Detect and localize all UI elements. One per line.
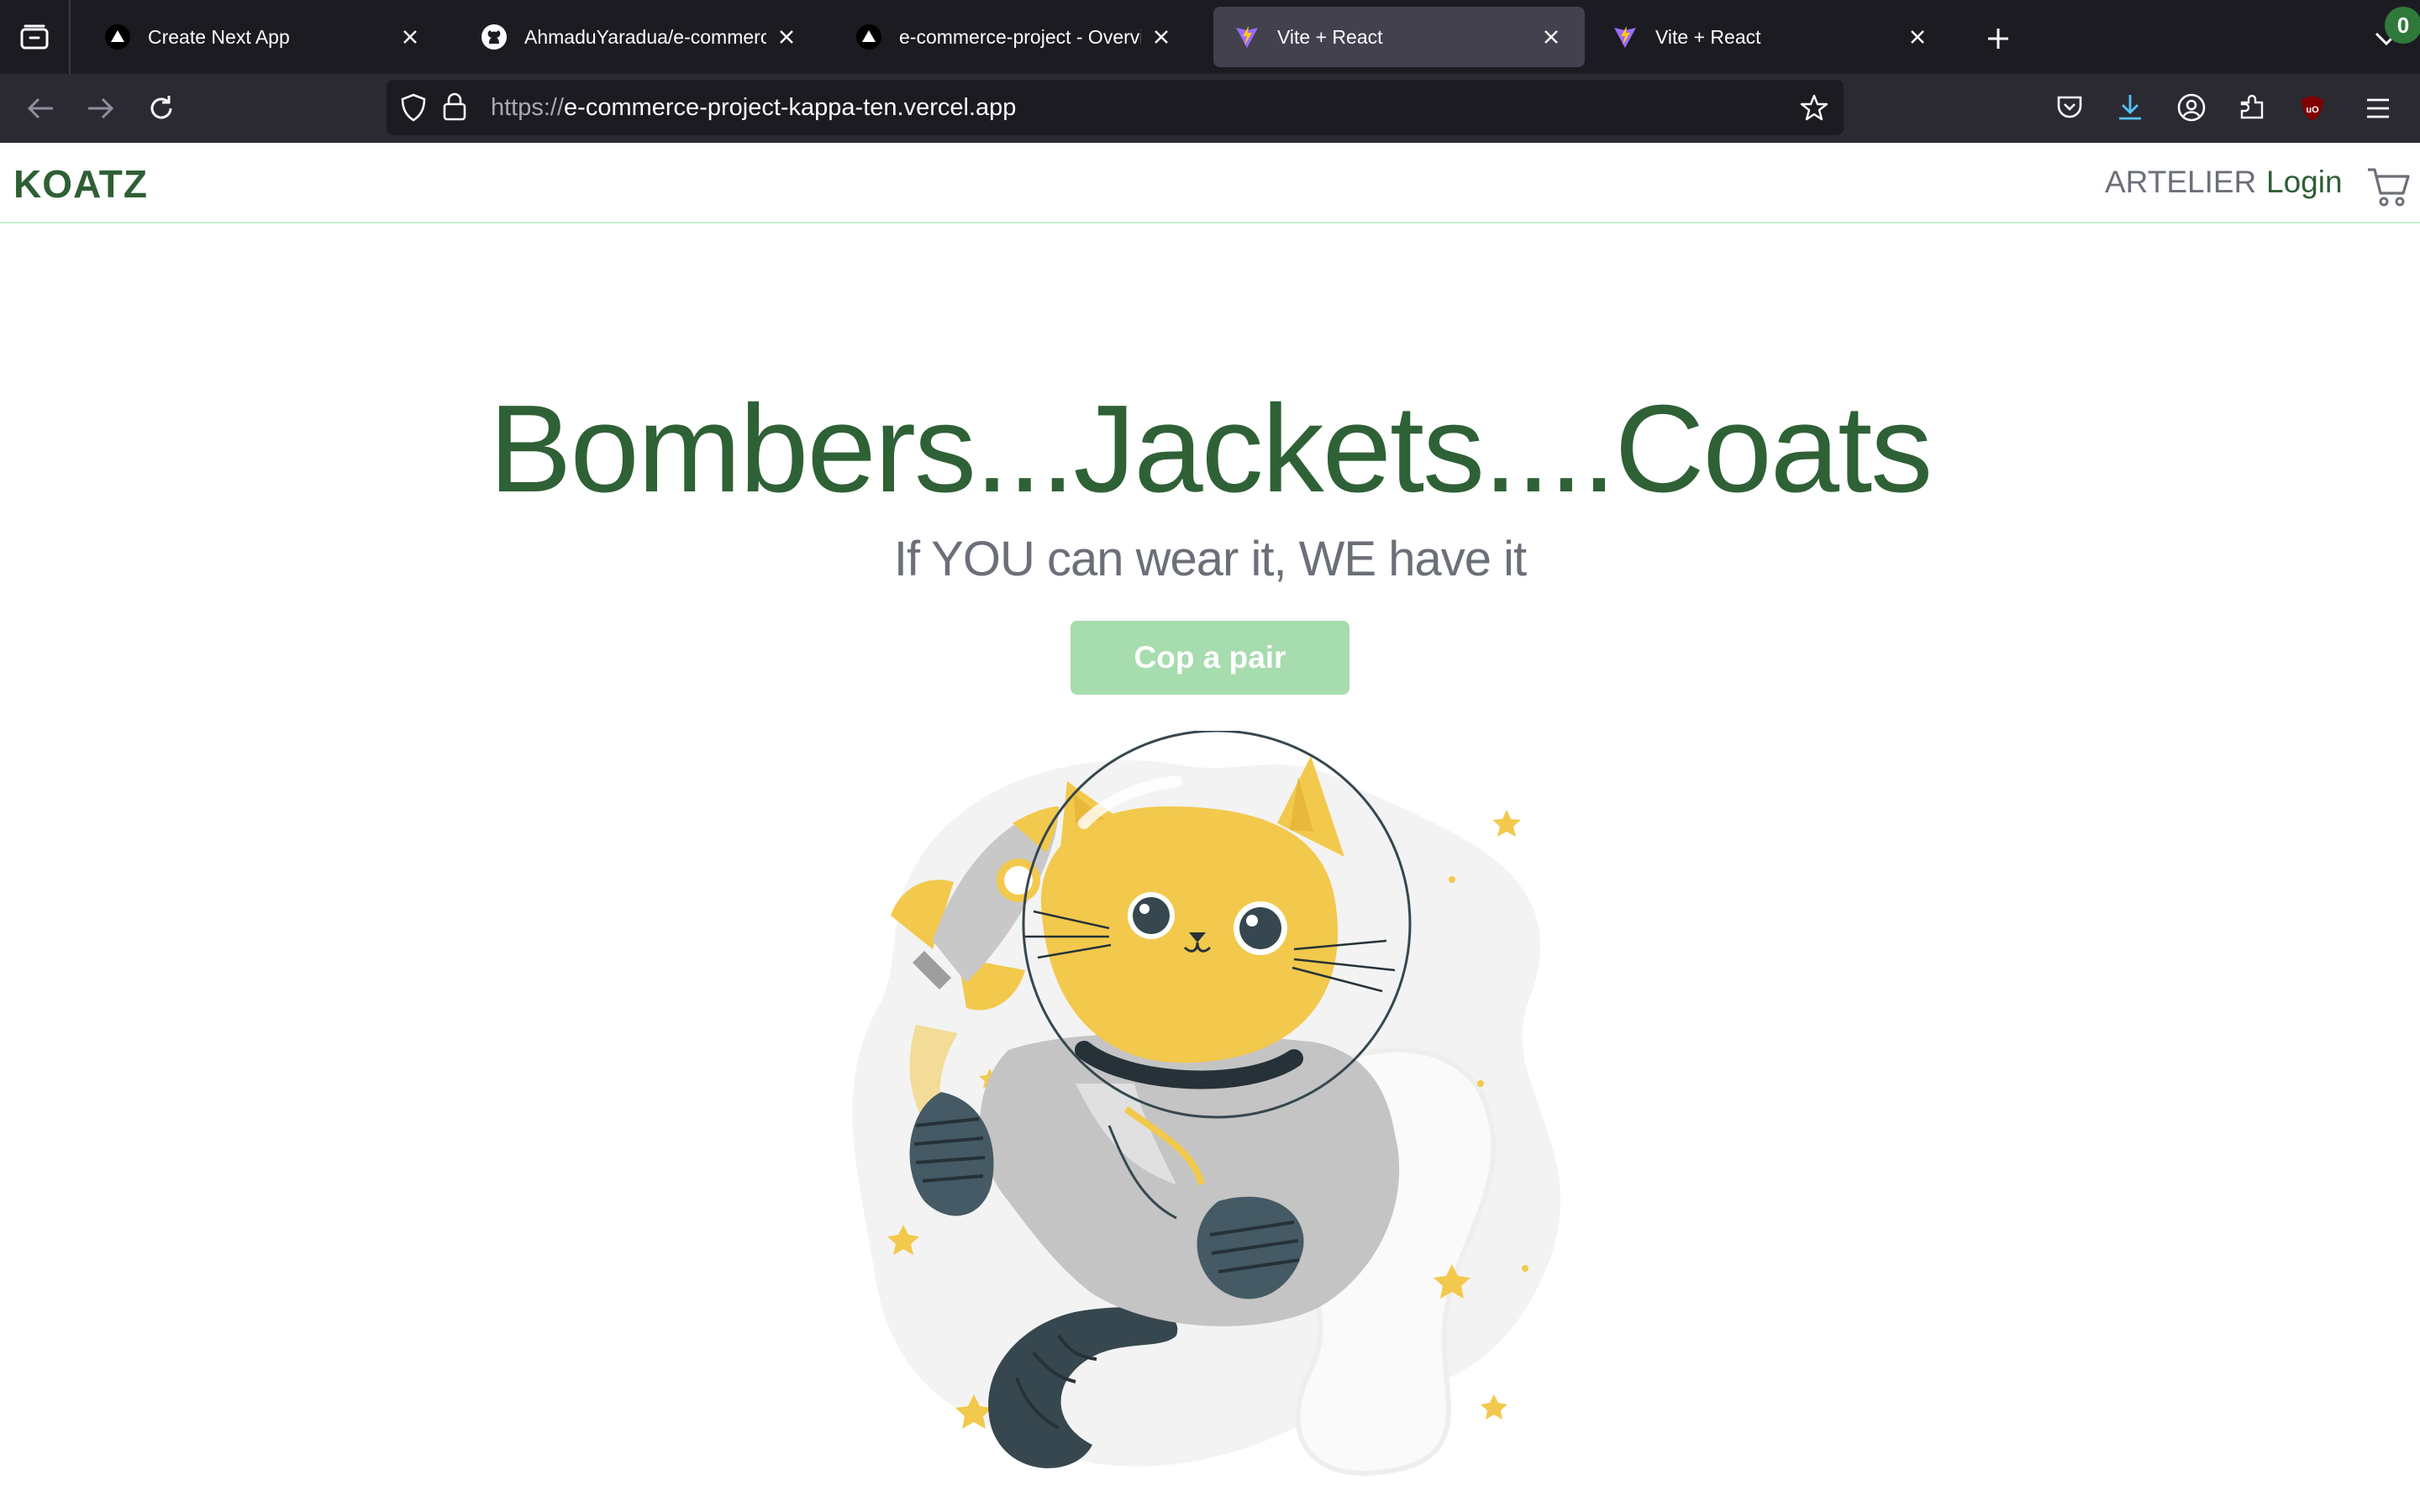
- browser-tab[interactable]: AhmaduYaradua/e-commerce-project: [460, 7, 820, 67]
- cart-button[interactable]: [2366, 158, 2417, 212]
- vite-icon: [1234, 24, 1260, 50]
- browser-tab[interactable]: Vite + React: [1591, 7, 1951, 67]
- forward-button[interactable]: [81, 88, 121, 129]
- browser-tab-bar: Create Next App AhmaduYaradua/e-commerc e…: [0, 0, 2420, 74]
- tab-overview-button[interactable]: [0, 0, 71, 74]
- plus-icon: [1988, 29, 2008, 49]
- url-text[interactable]: https://e-commerce-project-kappa-ten.ver…: [491, 80, 1016, 135]
- browser-tab-active[interactable]: Vite + React: [1213, 7, 1585, 67]
- hero-title: Bombers...Jackets....Coats: [488, 380, 1933, 518]
- github-icon: [481, 24, 508, 50]
- cart-count-badge: 0: [2385, 7, 2420, 44]
- tab-title: Create Next App: [148, 25, 290, 48]
- close-icon[interactable]: [1148, 24, 1175, 50]
- tab-title: Vite + React: [1277, 25, 1383, 48]
- nav-link-artelier[interactable]: ARTELIER: [2105, 165, 2256, 200]
- vercel-triangle-icon: [104, 24, 131, 50]
- url-host: e-commerce-project-kappa-ten.vercel.app: [564, 94, 1017, 121]
- close-icon[interactable]: [1538, 24, 1565, 50]
- extensions-icon[interactable]: [2237, 92, 2267, 127]
- back-button[interactable]: [20, 88, 60, 129]
- shield-icon[interactable]: [400, 93, 427, 126]
- vite-icon: [1612, 24, 1639, 50]
- reload-icon: [150, 96, 172, 119]
- tab-title: e-commerce-project - Overview: [899, 25, 1141, 48]
- account-icon[interactable]: [2176, 92, 2207, 127]
- close-icon[interactable]: [773, 24, 800, 50]
- vercel-triangle-icon: [855, 24, 882, 50]
- close-icon[interactable]: [397, 24, 424, 50]
- arrow-right-icon: [88, 97, 114, 119]
- site-logo[interactable]: KOATZ: [13, 161, 148, 207]
- tab-title: AhmaduYaradua/e-commerce-project: [524, 25, 766, 48]
- reload-button[interactable]: [141, 88, 182, 129]
- arrow-left-icon: [27, 97, 53, 119]
- pocket-icon[interactable]: [2055, 94, 2084, 125]
- tab-overview-icon: [20, 24, 49, 50]
- shopping-cart-icon: [2368, 168, 2410, 207]
- nav-link-login[interactable]: Login: [2266, 165, 2343, 200]
- new-tab-button[interactable]: [1980, 20, 2017, 57]
- hamburger-menu-icon[interactable]: [2365, 96, 2391, 125]
- ublock-origin-icon[interactable]: uO: [2299, 94, 2326, 127]
- tab-title: Vite + React: [1655, 25, 1761, 48]
- close-icon[interactable]: [1904, 24, 1931, 50]
- cop-a-pair-button[interactable]: Cop a pair: [1071, 621, 1349, 695]
- browser-nav-bar: https://e-commerce-project-kappa-ten.ver…: [0, 74, 2420, 143]
- download-icon[interactable]: [2116, 92, 2144, 127]
- browser-tab[interactable]: e-commerce-project - Overview: [835, 7, 1195, 67]
- site-header: KOATZ ARTELIER Login: [0, 143, 2420, 223]
- bookmark-star-icon[interactable]: [1800, 93, 1828, 126]
- url-bar[interactable]: https://e-commerce-project-kappa-ten.ver…: [387, 80, 1844, 135]
- browser-tab[interactable]: Create Next App: [84, 7, 444, 67]
- astronaut-cat-illustration: [852, 731, 1561, 1476]
- svg-text:uO: uO: [2306, 105, 2319, 115]
- hero-subtitle: If YOU can wear it, WE have it: [893, 532, 1527, 586]
- url-protocol: https://: [491, 94, 565, 121]
- lock-icon[interactable]: [442, 92, 467, 126]
